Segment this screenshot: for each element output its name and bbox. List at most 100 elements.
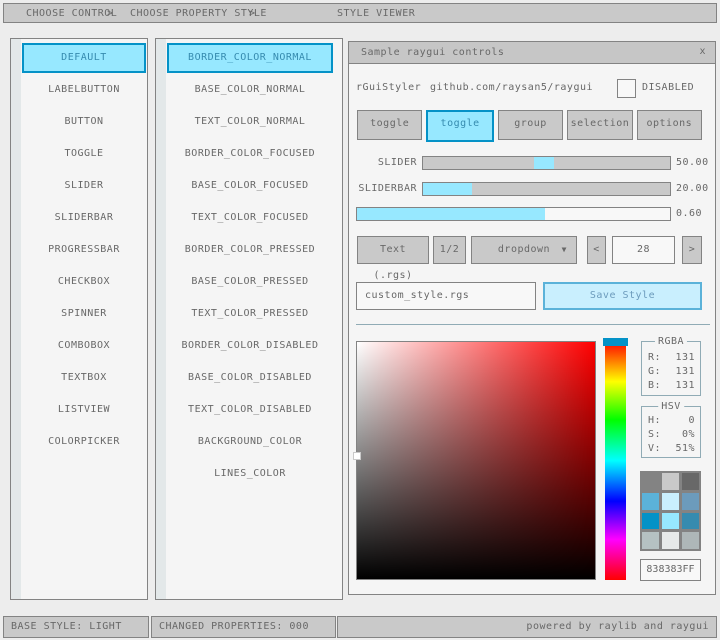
list-item-progressbar[interactable]: PROGRESSBAR	[22, 235, 146, 265]
toggle-option-group[interactable]: group	[498, 110, 563, 140]
palette-swatch[interactable]	[642, 532, 659, 549]
properties-list-scrollbar[interactable]	[156, 39, 166, 599]
sliderbar[interactable]	[422, 182, 671, 196]
list-item-listview[interactable]: LISTVIEW	[22, 395, 146, 425]
value-value: 51%	[675, 443, 695, 455]
sample-controls-window: Sample raygui controls x rGuiStyler gith…	[348, 41, 716, 595]
list-item-button[interactable]: BUTTON	[22, 107, 146, 137]
saturation-label: S:	[648, 429, 661, 440]
window-title-bar[interactable]: Sample raygui controls x	[349, 42, 715, 64]
hsv-hue-row: H: 0	[648, 415, 695, 427]
slider[interactable]	[422, 156, 671, 170]
nav-style-viewer: STYLE VIEWER	[337, 8, 415, 19]
list-item-border-color-focused[interactable]: BORDER_COLOR_FOCUSED	[167, 139, 333, 169]
list-item-toggle[interactable]: TOGGLE	[22, 139, 146, 169]
text-rgs-button[interactable]: Text (.rgs)	[357, 236, 429, 264]
slider-label: SLIDER	[357, 156, 417, 170]
slider-handle[interactable]	[534, 157, 554, 169]
palette-swatch[interactable]	[662, 493, 679, 510]
toggle-option-1-active[interactable]: toggle	[426, 110, 493, 142]
palette-swatch[interactable]	[682, 473, 699, 490]
hue-bar-cursor[interactable]	[603, 338, 628, 346]
list-item-text-color-pressed[interactable]: TEXT_COLOR_PRESSED	[167, 299, 333, 329]
status-changed-properties: CHANGED PROPERTIES: 000	[151, 616, 336, 638]
list-item-border-color-normal[interactable]: BORDER_COLOR_NORMAL	[167, 43, 333, 73]
sliderbar-label: SLIDERBAR	[357, 182, 417, 196]
save-style-button[interactable]: Save Style	[543, 282, 702, 310]
controls-list: DEFAULT LABELBUTTON BUTTON TOGGLE SLIDER…	[22, 43, 146, 459]
list-item-colorpicker[interactable]: COLORPICKER	[22, 427, 146, 457]
dropdown[interactable]: dropdown ▼	[471, 236, 577, 264]
nav-choose-property-style: CHOOSE PROPERTY STYLE	[130, 8, 267, 19]
hue-bar[interactable]	[605, 341, 626, 580]
list-item-labelbutton[interactable]: LABELBUTTON	[22, 75, 146, 105]
sliderbar-fill	[423, 183, 472, 195]
palette-swatch[interactable]	[642, 513, 659, 530]
hsv-value-row: V: 51%	[648, 443, 695, 455]
list-item-textbox[interactable]: TEXTBOX	[22, 363, 146, 393]
top-nav-bar: CHOOSE CONTROL > CHOOSE PROPERTY STYLE >…	[3, 3, 717, 23]
hsv-title: HSV	[658, 401, 684, 412]
palette-swatch[interactable]	[682, 513, 699, 530]
list-item-border-color-pressed[interactable]: BORDER_COLOR_PRESSED	[167, 235, 333, 265]
palette-swatch[interactable]	[662, 473, 679, 490]
green-value: 131	[675, 366, 695, 378]
list-item-text-color-focused[interactable]: TEXT_COLOR_FOCUSED	[167, 203, 333, 233]
palette-swatch[interactable]	[642, 493, 659, 510]
list-item-lines-color[interactable]: LINES_COLOR	[167, 459, 333, 489]
list-item-text-color-disabled[interactable]: TEXT_COLOR_DISABLED	[167, 395, 333, 425]
hex-color-input[interactable]: 838383FF	[640, 559, 701, 581]
color-panel-cursor[interactable]	[353, 452, 361, 460]
progressbar	[356, 207, 671, 221]
hue-label: H:	[648, 415, 661, 426]
list-item-base-color-disabled[interactable]: BASE_COLOR_DISABLED	[167, 363, 333, 393]
list-item-spinner[interactable]: SPINNER	[22, 299, 146, 329]
spinner-increment-button[interactable]: >	[682, 236, 702, 264]
list-item-combobox[interactable]: COMBOBOX	[22, 331, 146, 361]
toggle-group: toggle toggle group selection options	[357, 110, 702, 138]
palette-swatch[interactable]	[662, 513, 679, 530]
color-panel[interactable]	[356, 341, 596, 580]
close-icon[interactable]: x	[699, 46, 706, 57]
slider-value: 50.00	[676, 156, 709, 170]
green-label: G:	[648, 366, 661, 377]
sliderbar-value: 20.00	[676, 182, 709, 196]
palette-swatch[interactable]	[642, 473, 659, 490]
repo-label: github.com/raysan5/raygui	[430, 82, 593, 93]
toggle-option-options[interactable]: options	[637, 110, 702, 140]
spinner-decrement-button[interactable]: <	[587, 236, 606, 264]
list-item-slider[interactable]: SLIDER	[22, 171, 146, 201]
list-item-background-color[interactable]: BACKGROUND_COLOR	[167, 427, 333, 457]
dropdown-label: dropdown	[498, 244, 550, 255]
list-item-base-color-pressed[interactable]: BASE_COLOR_PRESSED	[167, 267, 333, 297]
hue-value: 0	[688, 415, 695, 427]
list-item-checkbox[interactable]: CHECKBOX	[22, 267, 146, 297]
progressbar-fill	[357, 208, 545, 220]
filename-input[interactable]: custom_style.rgs	[356, 282, 536, 310]
list-item-sliderbar[interactable]: SLIDERBAR	[22, 203, 146, 233]
blue-value: 131	[675, 380, 695, 392]
toggle-option-selection[interactable]: selection	[567, 110, 632, 140]
list-item-border-color-disabled[interactable]: BORDER_COLOR_DISABLED	[167, 331, 333, 361]
controls-list-scrollbar[interactable]	[11, 39, 21, 599]
list-item-base-color-focused[interactable]: BASE_COLOR_FOCUSED	[167, 171, 333, 201]
style-color-palette	[640, 471, 701, 551]
spinner-value[interactable]: 28	[612, 236, 675, 264]
palette-swatch[interactable]	[682, 493, 699, 510]
palette-swatch[interactable]	[662, 532, 679, 549]
list-item-base-color-normal[interactable]: BASE_COLOR_NORMAL	[167, 75, 333, 105]
list-item-text-color-normal[interactable]: TEXT_COLOR_NORMAL	[167, 107, 333, 137]
red-label: R:	[648, 352, 661, 363]
rguistyler-app: CHOOSE CONTROL > CHOOSE PROPERTY STYLE >…	[0, 0, 720, 640]
rgba-blue-row: B: 131	[648, 380, 695, 392]
divider-line	[356, 324, 710, 325]
properties-list: BORDER_COLOR_NORMAL BASE_COLOR_NORMAL TE…	[167, 43, 333, 491]
palette-swatch[interactable]	[682, 532, 699, 549]
toggle-option-0[interactable]: toggle	[357, 110, 422, 140]
list-item-default[interactable]: DEFAULT	[22, 43, 146, 73]
disabled-checkbox[interactable]	[617, 79, 636, 98]
half-button[interactable]: 1/2	[433, 236, 466, 264]
status-powered-by: powered by raylib and raygui	[337, 616, 717, 638]
saturation-value: 0%	[682, 429, 695, 441]
rgba-groupbox: RGBA R: 131 G: 131 B: 131	[641, 341, 701, 396]
